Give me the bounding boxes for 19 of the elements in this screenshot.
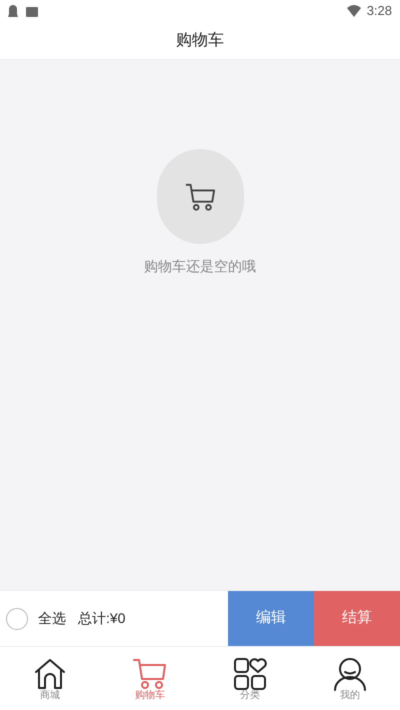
empty-cart-message: 购物车还是空的哦 <box>144 257 256 276</box>
page-title: 购物车 <box>176 30 224 50</box>
status-time: 3:28 <box>366 2 392 20</box>
checkout-button[interactable]: 结算 <box>314 591 400 646</box>
tab-bar-item[interactable]: 我的 <box>300 647 400 710</box>
tab-bar-item[interactable]: 商城 <box>0 647 100 710</box>
total-amount: 总计:¥0 <box>78 609 126 628</box>
user-icon <box>333 656 367 690</box>
category-icon <box>233 656 267 690</box>
select-all-label[interactable]: 全选 <box>38 608 66 629</box>
bag-icon <box>26 5 38 17</box>
home-icon <box>33 656 67 690</box>
edit-button[interactable]: 编辑 <box>228 591 314 646</box>
notification-icon <box>8 5 18 17</box>
tab-bar-item[interactable]: 购物车 <box>100 647 200 710</box>
wifi-icon <box>346 5 361 17</box>
tab-bar-item[interactable]: 分类 <box>200 647 300 710</box>
select-all-checkbox[interactable] <box>6 608 28 630</box>
cart-icon <box>133 656 167 690</box>
